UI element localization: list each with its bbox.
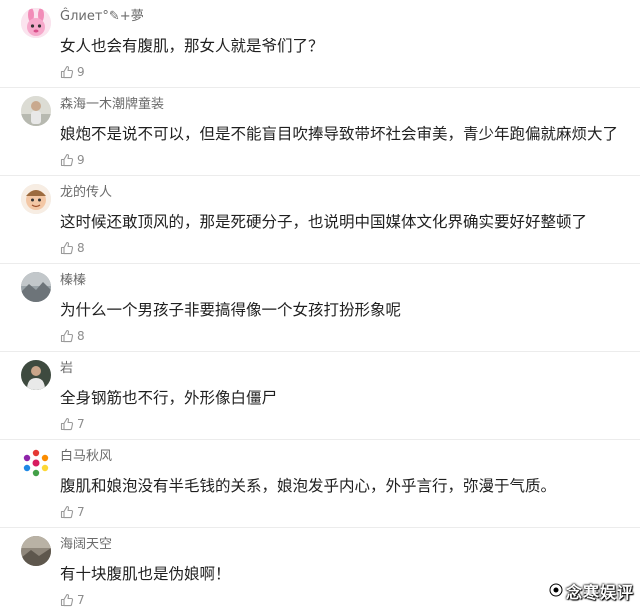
comment-text: 这时候还敢顶风的，那是死硬分子，也说明中国媒体文化界确实要好好整顿了 bbox=[60, 213, 588, 231]
username[interactable]: 岩 bbox=[60, 360, 73, 378]
like-button[interactable]: 7 bbox=[60, 504, 85, 520]
comment-text: 娘炮不是说不可以，但是不能盲目吹捧导致带坏社会审美，青少年跑偏就麻烦大了 bbox=[60, 125, 619, 143]
comment-text: 全身钢筋也不行，外形像白僵尸 bbox=[60, 389, 278, 407]
username[interactable]: 海阔天空 bbox=[60, 536, 112, 554]
avatar[interactable] bbox=[21, 96, 51, 126]
watermark: 念寒娱评 bbox=[549, 579, 634, 603]
avatar[interactable] bbox=[21, 360, 51, 390]
avatar[interactable] bbox=[21, 448, 51, 478]
like-count: 8 bbox=[77, 241, 85, 255]
comment-text: 女人也会有腹肌，那女人就是爷们了？ bbox=[60, 37, 324, 55]
username[interactable]: Ĝлиет°✎+夢 bbox=[60, 8, 144, 26]
thumbs-up-icon bbox=[60, 417, 74, 431]
avatar[interactable] bbox=[21, 536, 51, 566]
comment-item: 龙的传人 这时候还敢顶风的，那是死硬分子，也说明中国媒体文化界确实要好好整顿了 … bbox=[0, 176, 640, 264]
thumbs-up-icon bbox=[60, 593, 74, 607]
like-count: 9 bbox=[77, 153, 85, 167]
comment-item: 岩 全身钢筋也不行，外形像白僵尸 7 bbox=[0, 352, 640, 440]
like-button[interactable]: 9 bbox=[60, 152, 85, 168]
thumbs-up-icon bbox=[60, 241, 74, 255]
comment-item: 榛榛 为什么一个男孩子非要搞得像一个女孩打扮形象呢 8 bbox=[0, 264, 640, 352]
thumbs-up-icon bbox=[60, 505, 74, 519]
username[interactable]: 榛榛 bbox=[60, 272, 86, 290]
cartoon-face-avatar-icon bbox=[21, 184, 51, 214]
comment-item: 海阔天空 有十块腹肌也是伪娘啊！ 7 bbox=[0, 528, 640, 609]
like-button[interactable]: 8 bbox=[60, 240, 85, 256]
thumbs-up-icon bbox=[60, 153, 74, 167]
comment-item: Ĝлиет°✎+夢 女人也会有腹肌，那女人就是爷们了？ 9 bbox=[0, 0, 640, 88]
pink-bunny-avatar-icon bbox=[21, 8, 51, 38]
comment-text: 为什么一个男孩子非要搞得像一个女孩打扮形象呢 bbox=[60, 301, 402, 319]
like-button[interactable]: 7 bbox=[60, 592, 85, 608]
watermark-logo-icon bbox=[549, 582, 563, 601]
person-photo-avatar-icon bbox=[21, 96, 51, 126]
like-button[interactable]: 7 bbox=[60, 416, 85, 432]
like-count: 8 bbox=[77, 329, 85, 343]
username[interactable]: 森海一木潮牌童装 bbox=[60, 96, 164, 114]
avatar[interactable] bbox=[21, 184, 51, 214]
like-count: 7 bbox=[77, 593, 85, 607]
username[interactable]: 龙的传人 bbox=[60, 184, 112, 202]
like-count: 7 bbox=[77, 417, 85, 431]
like-count: 7 bbox=[77, 505, 85, 519]
comment-item: 白马秋风 腹肌和娘泡没有半毛钱的关系，娘泡发乎内心，外乎言行，弥漫于气质。 7 bbox=[0, 440, 640, 528]
portrait-photo-avatar-icon bbox=[21, 360, 51, 390]
comment-item: 森海一木潮牌童装 娘炮不是说不可以，但是不能盲目吹捧导致带坏社会审美，青少年跑偏… bbox=[0, 88, 640, 176]
comment-text: 有十块腹肌也是伪娘啊！ bbox=[60, 565, 231, 583]
like-count: 9 bbox=[77, 65, 85, 79]
comment-text: 腹肌和娘泡没有半毛钱的关系，娘泡发乎内心，外乎言行，弥漫于气质。 bbox=[60, 477, 557, 495]
thumbs-up-icon bbox=[60, 329, 74, 343]
watermark-text: 念寒娱评 bbox=[565, 583, 634, 602]
thumbs-up-icon bbox=[60, 65, 74, 79]
avatar[interactable] bbox=[21, 272, 51, 302]
like-button[interactable]: 8 bbox=[60, 328, 85, 344]
colorful-balls-avatar-icon bbox=[21, 448, 51, 478]
landscape-photo-avatar-icon bbox=[21, 272, 51, 302]
avatar[interactable] bbox=[21, 8, 51, 38]
username[interactable]: 白马秋风 bbox=[60, 448, 112, 466]
like-button[interactable]: 9 bbox=[60, 64, 85, 80]
scenery-photo-avatar-icon bbox=[21, 536, 51, 566]
